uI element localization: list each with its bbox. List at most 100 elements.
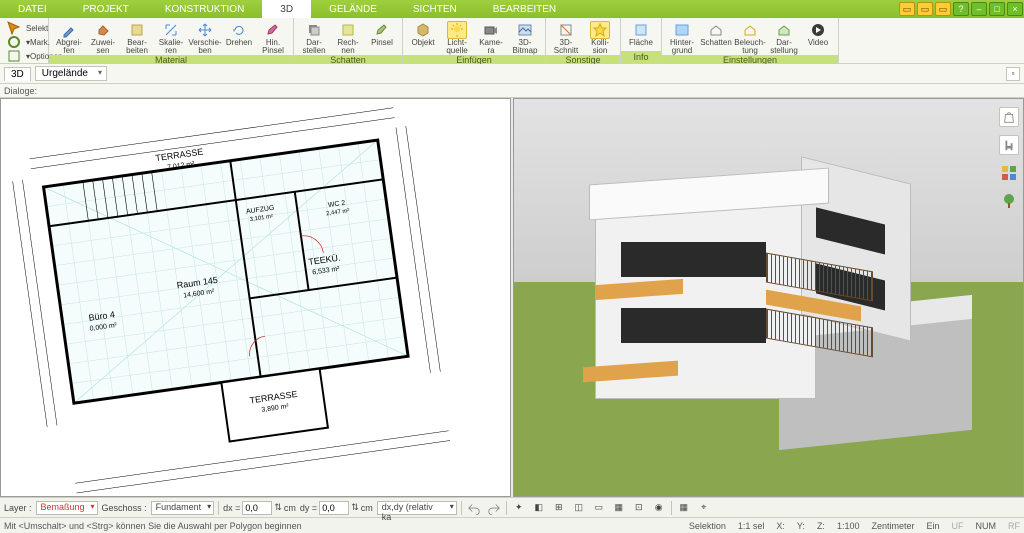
eyedropper-icon [59,21,79,39]
video-button[interactable]: Video [802,20,834,47]
background-icon [672,21,692,39]
subbar-btn[interactable]: ▫ [1006,67,1020,81]
tool-7-icon[interactable]: ⊡ [631,500,647,516]
ribbon-group-auswahl: Selekt ▾Mark. ▾Optionen Auswahl [0,18,49,63]
camera-icon [481,21,501,39]
layer-dropdown[interactable]: Urgelände [35,66,107,81]
kollision-button[interactable]: Kolli- sion [584,20,616,55]
ribbon-group-einfuegen: Objekt Licht- quelle Kame- ra 3D- Bitmap… [403,18,546,63]
hin-pinsel-button[interactable]: Hin. Pinsel [257,20,289,55]
view-tab-3d[interactable]: 3D [4,67,31,81]
3d-schnitt-button[interactable]: 3D- Schnitt [550,20,582,55]
layer-label: Layer : [4,503,32,513]
house-light-icon [740,21,760,39]
dy-input[interactable] [319,501,349,515]
move-icon [195,21,215,39]
snap-icon[interactable]: ⌖ [696,500,712,516]
bearbeiten-button[interactable]: Bear- beiten [121,20,153,55]
3d-bitmap-button[interactable]: 3D- Bitmap [509,20,541,55]
skalieren-button[interactable]: Skalie- ren [155,20,187,55]
plan-view[interactable]: TERRASSE 7,012 m² AUFZUG 3,101 m² WC 2 2… [0,98,511,497]
brush-icon [263,21,283,39]
tool-8-icon[interactable]: ◉ [651,500,667,516]
objekt-button[interactable]: Objekt [407,20,439,47]
beleuchtung-button[interactable]: Beleuch- tung [734,20,766,55]
sub-bar: 3D Urgelände ▫ [0,64,1024,84]
status-bar: Mit <Umschalt> und <Strg> können Sie die… [0,517,1024,533]
menu-konstruktion[interactable]: KONSTRUKTION [147,0,262,18]
toolbar-btn-2[interactable]: ▭ [917,2,933,16]
label-terrasse1: TERRASSE [155,147,204,164]
calc-icon [338,21,358,39]
selekt-button[interactable]: Selekt ▾Mark. ▾Optionen [4,20,44,63]
collision-icon [590,21,610,39]
rotate-icon [229,21,249,39]
menu-bar: DATEI PROJEKT KONSTRUKTION 3D GELÄNDE SI… [0,0,1024,18]
undo-icon[interactable] [466,500,482,516]
darstellen-button[interactable]: Dar- stellen [298,20,330,55]
3d-view[interactable] [513,98,1024,497]
redo-icon[interactable] [486,500,502,516]
menu-sichten[interactable]: SICHTEN [395,0,475,18]
tool-6-icon[interactable]: ▦ [611,500,627,516]
ribbon-group-material: Abgrei- fen Zuwei- sen Bear- beiten Skal… [49,18,294,63]
menu-datei[interactable]: DATEI [0,0,65,18]
ribbon: Selekt ▾Mark. ▾Optionen Auswahl Abgrei- … [0,18,1024,64]
drehen-button[interactable]: Drehen [223,20,255,47]
chair-icon[interactable] [999,135,1019,155]
scale-icon [161,21,181,39]
section-icon [556,21,576,39]
abgreifen-button[interactable]: Abgrei- fen [53,20,85,55]
grid-icon[interactable]: ▦ [676,500,692,516]
dialoge-bar: Dialoge: [0,84,1024,98]
coord-mode-select[interactable]: dx,dy (relativ ka [377,501,457,515]
house-display-icon [774,21,794,39]
help-button[interactable]: ? [953,2,969,16]
ribbon-group-einstellungen: Hinter- grund Schatten Beleuch- tung Dar… [662,18,839,63]
workspace: TERRASSE 7,012 m² AUFZUG 3,101 m² WC 2 2… [0,98,1024,497]
light-icon [447,21,467,39]
object-icon [413,21,433,39]
tool-1-icon[interactable]: ✦ [511,500,527,516]
tree-icon[interactable] [999,191,1019,211]
maximize-button[interactable]: □ [989,2,1005,16]
status-hint: Mit <Umschalt> und <Strg> können Sie die… [4,521,302,531]
verschieben-button[interactable]: Verschie- ben [189,20,221,55]
side-icon-rail [999,107,1021,211]
dx-input[interactable] [242,501,272,515]
area-icon [631,21,651,39]
minimize-button[interactable]: – [971,2,987,16]
layer-select[interactable]: Bemaßung [36,501,98,515]
menu-bearbeiten[interactable]: BEARBEITEN [475,0,574,18]
kamera-button[interactable]: Kame- ra [475,20,507,55]
menu-projekt[interactable]: PROJEKT [65,0,147,18]
bag-icon[interactable] [999,107,1019,127]
hintergrund-button[interactable]: Hinter- grund [666,20,698,55]
toolbar-btn-3[interactable]: ▭ [935,2,951,16]
palette-icon[interactable] [999,163,1019,183]
schatten-set-button[interactable]: Schatten [700,20,732,47]
tool-3-icon[interactable]: ⊞ [551,500,567,516]
geschoss-select[interactable]: Fundament [151,501,215,515]
rechnen-button[interactable]: Rech- nen [332,20,364,55]
lichtquelle-button[interactable]: Licht- quelle [441,20,473,55]
close-button[interactable]: × [1007,2,1023,16]
edit-icon [127,21,147,39]
tool-2-icon[interactable]: ◧ [531,500,547,516]
tool-4-icon[interactable]: ◫ [571,500,587,516]
zuweisen-button[interactable]: Zuwei- sen [87,20,119,55]
menu-gelaende[interactable]: GELÄNDE [311,0,395,18]
toolbar-btn-1[interactable]: ▭ [899,2,915,16]
group-label: Info [621,51,661,63]
ribbon-group-sonstige: 3D- Schnitt Kolli- sion Sonstige [546,18,621,63]
video-icon [808,21,828,39]
pinsel-button[interactable]: Pinsel [366,20,398,47]
geschoss-label: Geschoss : [102,503,147,513]
flaeche-button[interactable]: Fläche [625,20,657,47]
bottom-toolbar: Layer : Bemaßung Geschoss : Fundament dx… [0,497,1024,517]
darstellung-button[interactable]: Dar- stellung [768,20,800,55]
tool-5-icon[interactable]: ▭ [591,500,607,516]
menu-3d[interactable]: 3D [262,0,311,18]
brush2-icon [372,21,392,39]
ribbon-group-schatten: Dar- stellen Rech- nen Pinsel Schatten [294,18,403,63]
